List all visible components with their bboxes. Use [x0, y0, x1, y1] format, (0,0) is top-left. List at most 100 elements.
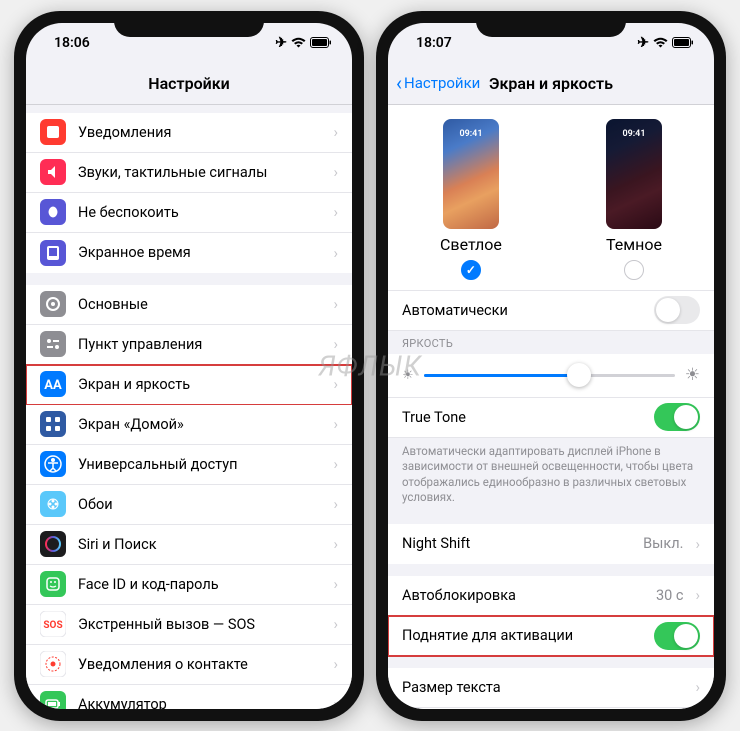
airplane-icon: ✈︎: [637, 35, 649, 51]
row-label: Основные: [78, 296, 321, 313]
general-icon: [40, 291, 66, 317]
chevron-right-icon: ›: [333, 295, 338, 313]
display-icon: AA: [40, 371, 66, 397]
chevron-right-icon: ›: [333, 415, 338, 433]
slider-thumb[interactable]: [567, 363, 591, 387]
screen: 18:07 ✈︎ ‹ Настройки Экран и яркость 09:…: [388, 23, 714, 709]
row-label: Face ID и код-пароль: [78, 576, 321, 593]
chevron-right-icon: ›: [333, 615, 338, 633]
row-label: Экстренный вызов — SOS: [78, 616, 321, 633]
sos-icon: SOS: [40, 611, 66, 637]
light-thumbnail: 09:41: [443, 119, 499, 229]
row-label: Не беспокоить: [78, 204, 321, 221]
settings-content[interactable]: Уведомления›Звуки, тактильные сигналы›Не…: [26, 105, 352, 709]
radio-light[interactable]: [461, 260, 481, 280]
exposure-icon: [40, 651, 66, 677]
battery-icon: [310, 37, 332, 48]
chevron-right-icon: ›: [333, 203, 338, 221]
notch: [476, 11, 626, 37]
notifications-icon: [40, 119, 66, 145]
nav-title: Экран и яркость: [489, 74, 613, 93]
settings-row-notifications[interactable]: Уведомления›: [26, 113, 352, 153]
brightness-header: ЯРКОСТЬ: [388, 331, 714, 354]
settings-row-sos[interactable]: SOS Экстренный вызов — SOS ›: [26, 605, 352, 645]
settings-row-accessibility[interactable]: Универсальный доступ›: [26, 445, 352, 485]
battery-icon: [672, 37, 694, 48]
truetone-row: True Tone: [388, 398, 714, 438]
settings-row-display[interactable]: AAЭкран и яркость›: [26, 365, 352, 405]
status-icons: ✈︎: [637, 35, 694, 51]
raise-toggle[interactable]: [654, 622, 700, 650]
autolock-value: 30 с: [656, 587, 684, 604]
row-label: Пункт управления: [78, 336, 321, 353]
wallpaper-icon: [40, 491, 66, 517]
autolock-row[interactable]: Автоблокировка 30 с ›: [388, 576, 714, 616]
raise-to-wake-row: Поднятие для активации: [388, 616, 714, 656]
sun-big-icon: ☀︎: [685, 365, 700, 385]
settings-row-faceid[interactable]: Face ID и код-пароль ›: [26, 565, 352, 605]
settings-row-siri[interactable]: Siri и Поиск ›: [26, 525, 352, 565]
settings-row-sound[interactable]: Звуки, тактильные сигналы›: [26, 153, 352, 193]
slider-fill: [424, 374, 580, 377]
display-content[interactable]: 09:41 Светлое 09:41 Темное Автоматически: [388, 105, 714, 709]
brightness-slider-row: ☀︎ ☀︎: [388, 354, 714, 398]
sound-icon: [40, 159, 66, 185]
airplane-icon: ✈︎: [275, 35, 287, 51]
settings-row-control[interactable]: Пункт управления ›: [26, 325, 352, 365]
accessibility-icon: [40, 451, 66, 477]
nightshift-row[interactable]: Night Shift Выкл. ›: [388, 524, 714, 564]
wifi-icon: [653, 37, 668, 48]
nav-bar: ‹ Настройки Экран и яркость: [388, 63, 714, 105]
chevron-right-icon: ›: [333, 535, 338, 553]
faceid-icon: [40, 571, 66, 597]
appearance-dark-option[interactable]: 09:41 Темное: [606, 119, 662, 280]
status-time: 18:06: [54, 35, 90, 51]
siri-icon: [40, 531, 66, 557]
chevron-right-icon: ›: [695, 586, 700, 604]
appearance-light-option[interactable]: 09:41 Светлое: [440, 119, 502, 280]
row-label: Экранное время: [78, 244, 321, 261]
chevron-right-icon: ›: [333, 495, 338, 513]
nav-title: Настройки: [148, 74, 230, 93]
chevron-right-icon: ›: [695, 535, 700, 553]
row-label: Универсальный доступ: [78, 456, 321, 473]
nightshift-label: Night Shift: [402, 535, 631, 552]
phone-left: 18:06 ✈︎ Настройки Уведомления›Звуки, та…: [14, 11, 364, 721]
status-time: 18:07: [416, 35, 452, 51]
chevron-right-icon: ›: [333, 244, 338, 262]
nav-back-button[interactable]: ‹ Настройки: [396, 71, 480, 95]
svg-text:SOS: SOS: [43, 620, 62, 631]
textsize-label: Размер текста: [402, 679, 683, 696]
settings-row-home[interactable]: Экран «Домой» ›: [26, 405, 352, 445]
textsize-row[interactable]: Размер текста ›: [388, 668, 714, 708]
brightness-slider[interactable]: [424, 374, 675, 377]
truetone-footer: Автоматически адаптировать дисплей iPhon…: [388, 438, 714, 512]
notch: [114, 11, 264, 37]
autolock-label: Автоблокировка: [402, 587, 644, 604]
row-label: Аккумулятор: [78, 696, 321, 709]
nav-bar: Настройки: [26, 63, 352, 105]
dark-thumbnail: 09:41: [606, 119, 662, 229]
row-label: Siri и Поиск: [78, 536, 321, 553]
appearance-light-label: Светлое: [440, 235, 502, 254]
radio-dark[interactable]: [624, 260, 644, 280]
auto-appearance-row: Автоматически: [388, 291, 714, 331]
truetone-toggle[interactable]: [654, 403, 700, 431]
status-icons: ✈︎: [275, 35, 332, 51]
row-label: Обои: [78, 496, 321, 513]
settings-row-wallpaper[interactable]: Обои ›: [26, 485, 352, 525]
thumb-time: 09:41: [443, 129, 499, 139]
row-label: Экран «Домой»: [78, 416, 321, 433]
settings-row-exposure[interactable]: Уведомления о контакте›: [26, 645, 352, 685]
auto-toggle[interactable]: [654, 296, 700, 324]
chevron-right-icon: ›: [333, 335, 338, 353]
settings-row-battery[interactable]: Аккумулятор›: [26, 685, 352, 709]
phone-right: 18:07 ✈︎ ‹ Настройки Экран и яркость 09:…: [376, 11, 726, 721]
chevron-right-icon: ›: [333, 575, 338, 593]
settings-row-dnd[interactable]: Не беспокоить ›: [26, 193, 352, 233]
settings-row-general[interactable]: Основные ›: [26, 285, 352, 325]
settings-row-screentime[interactable]: Экранное время ›: [26, 233, 352, 273]
auto-label: Автоматически: [402, 302, 642, 319]
battery-icon: [40, 691, 66, 709]
screentime-icon: [40, 240, 66, 266]
